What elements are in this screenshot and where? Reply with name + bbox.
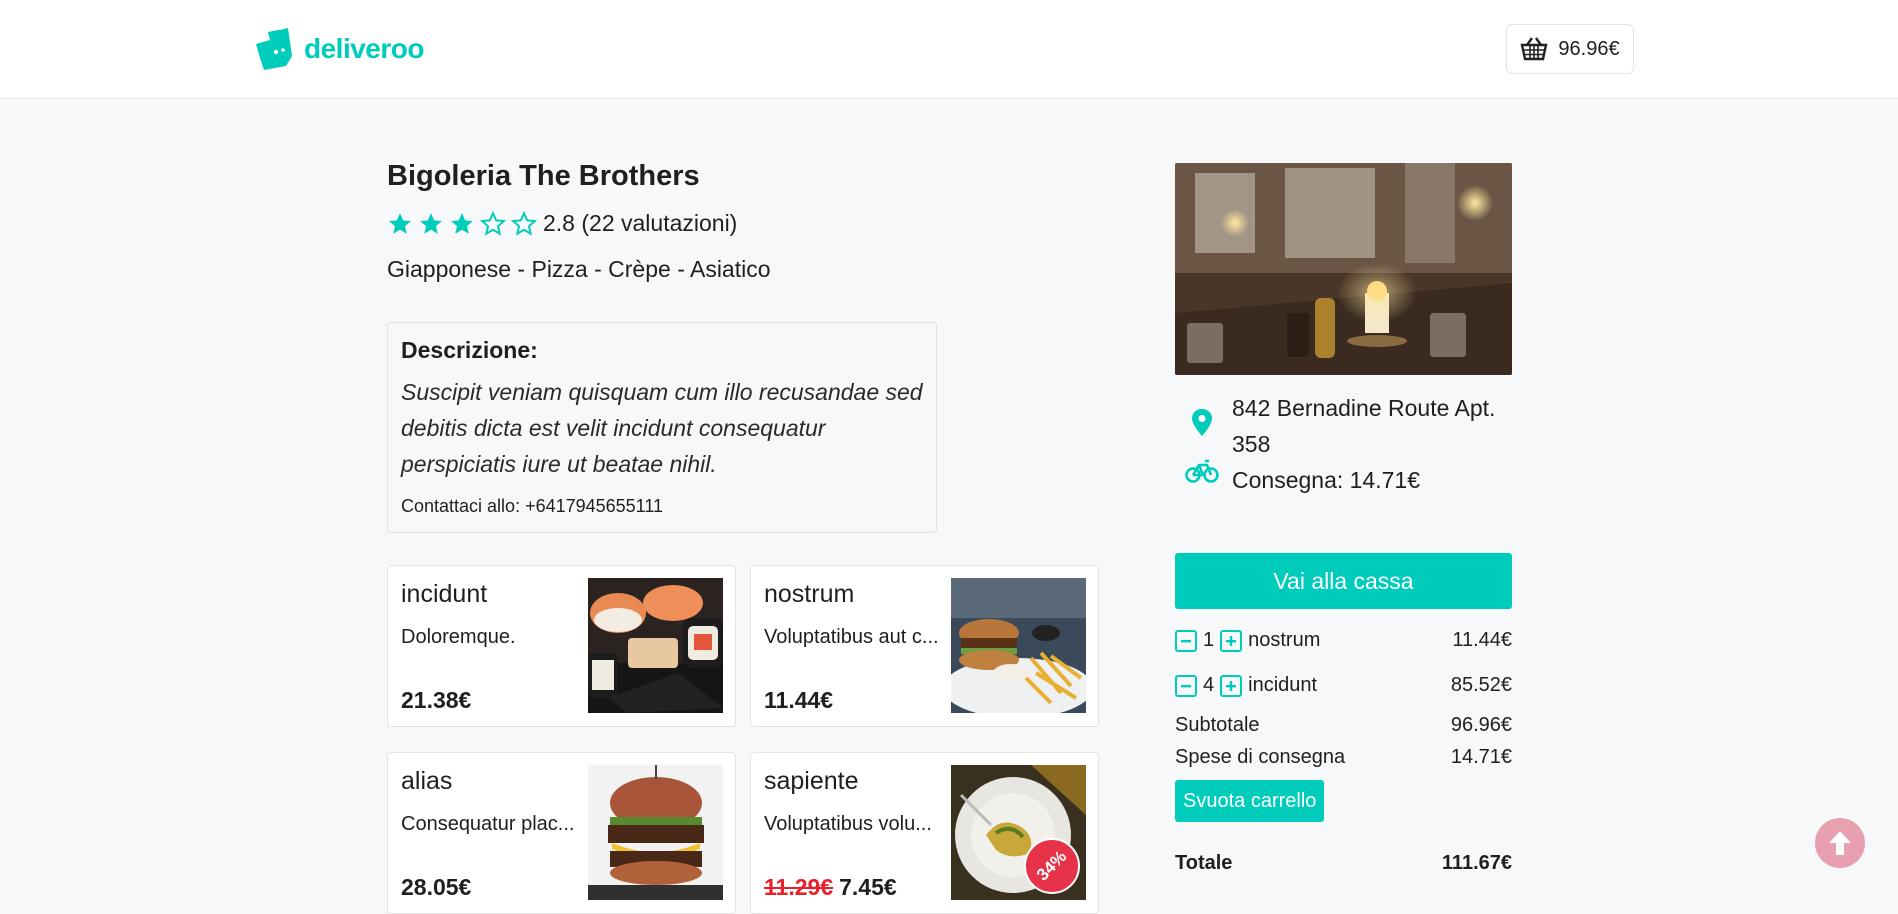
restaurant-address: 842 Bernadine Route Apt. 358 (1232, 395, 1496, 457)
decrease-quantity-button[interactable] (1175, 674, 1197, 697)
plus-icon (1226, 680, 1237, 691)
minus-icon (1181, 639, 1191, 642)
top-header: deliveroo 96.96€ (0, 0, 1898, 99)
star-filled-icon (451, 212, 473, 234)
star-empty-icon (480, 210, 506, 236)
menu-item-card[interactable]: alias Consequatur plac... 28.05€ (387, 752, 736, 914)
pasta-photo: 34% (951, 765, 1086, 900)
location-pin-icon (1192, 409, 1212, 436)
cart-item-name: nostrum (1248, 629, 1321, 651)
header-cart-button[interactable]: 96.96€ (1506, 24, 1634, 74)
minus-icon (1181, 684, 1191, 687)
total-row: Totale 111.67€ (1175, 852, 1512, 875)
subtotal-label: Subtotale (1175, 714, 1260, 736)
menu-item-price: 11.44€ (764, 687, 833, 714)
star-filled-icon (420, 212, 442, 234)
star-filled-icon (389, 212, 411, 234)
deliveroo-logo[interactable]: deliveroo (256, 28, 424, 70)
shipping-row: Spese di consegna 14.71€ (1175, 746, 1512, 769)
star-empty-icon (511, 210, 537, 236)
description-box: Descrizione: Suscipit veniam quisquam cu… (387, 322, 937, 533)
cuisine-list: Giapponese - Pizza - Crèpe - Asiatico (387, 256, 771, 282)
menu-item-price: 28.05€ (401, 874, 471, 901)
menu-item-price: 11.29€ 7.45€ (764, 874, 897, 901)
menu-item-card[interactable]: nostrum Voluptatibus aut c... 11.44€ (750, 565, 1099, 727)
star-rating (387, 210, 537, 237)
sushi-photo (588, 578, 723, 713)
increase-quantity-button[interactable] (1220, 629, 1243, 652)
delivery-fee: Consegna: 14.71€ (1232, 467, 1420, 493)
empty-cart-button[interactable]: Svuota carrello (1175, 780, 1325, 822)
menu-item-description: Doloremque. (401, 626, 516, 648)
menu-item-card[interactable]: incidunt Doloremque. 21.38€ (387, 565, 736, 727)
info-icons (1185, 408, 1219, 484)
subtotal-value: 96.96€ (1450, 714, 1512, 736)
burger-fries-photo (951, 578, 1086, 713)
menu-item-description: Voluptatibus volu... (764, 813, 932, 835)
menu-item-description: Voluptatibus aut c... (764, 626, 939, 648)
bicycle-icon (1185, 459, 1219, 483)
cart-item-price: 11.44€ (1452, 629, 1512, 651)
menu-item-name: sapiente (764, 767, 859, 795)
header-cart-total: 96.96€ (1558, 37, 1620, 60)
kangaroo-logo-icon (256, 28, 292, 70)
menu-item-price: 21.38€ (401, 687, 471, 714)
basket-icon (1520, 37, 1548, 61)
cart-line-item: 4 incidunt 85.52€ (1175, 674, 1512, 697)
rating-text: 2.8 (22 valutazioni) (543, 210, 738, 236)
cart-item-name: incidunt (1248, 674, 1318, 696)
total-value: 111.67€ (1441, 852, 1512, 874)
rating: 2.8 (22 valutazioni) (387, 210, 737, 237)
decrease-quantity-button[interactable] (1175, 629, 1197, 652)
scroll-to-top-button[interactable] (1815, 818, 1865, 868)
menu-item-name: alias (401, 767, 453, 795)
burger-photo (588, 765, 723, 900)
menu-item-old-price: 11.29€ (764, 874, 834, 900)
cart-item-quantity: 4 (1203, 674, 1215, 696)
restaurant-photo (1175, 163, 1512, 375)
description-text: Suscipit veniam quisquam cum illo recusa… (401, 379, 923, 477)
description-title: Descrizione: (401, 337, 538, 363)
menu-item-current-price: 28.05€ (401, 874, 472, 900)
shipping-label: Spese di consegna (1175, 746, 1346, 768)
menu-item-current-price: 11.44€ (764, 687, 834, 713)
cart-item-price: 85.52€ (1450, 674, 1512, 696)
subtotal-row: Subtotale 96.96€ (1175, 714, 1512, 737)
restaurant-name: Bigoleria The Brothers (387, 160, 700, 192)
shipping-value: 14.71€ (1450, 746, 1512, 768)
menu-item-current-price: 21.38€ (401, 687, 472, 713)
menu-item-name: incidunt (401, 580, 488, 608)
menu-item-card[interactable]: sapiente Voluptatibus volu... 11.29€ 7.45… (750, 752, 1099, 914)
contact-phone: Contattaci allo: +6417945655111 (401, 496, 664, 516)
plus-icon (1226, 635, 1237, 646)
checkout-button[interactable]: Vai alla cassa (1175, 553, 1512, 609)
total-label: Totale (1175, 852, 1233, 874)
cart-item-quantity: 1 (1203, 629, 1215, 651)
cart-line-item: 1 nostrum 11.44€ (1175, 629, 1512, 652)
menu-item-description: Consequatur plac... (401, 813, 575, 835)
increase-quantity-button[interactable] (1220, 674, 1243, 697)
restaurant-info: 842 Bernadine Route Apt. 358 Consegna: 1… (1232, 390, 1522, 498)
menu-item-current-price: 7.45€ (839, 874, 897, 900)
arrow-up-icon (1829, 831, 1851, 855)
menu-item-name: nostrum (764, 580, 855, 608)
logo-text: deliveroo (304, 33, 424, 64)
